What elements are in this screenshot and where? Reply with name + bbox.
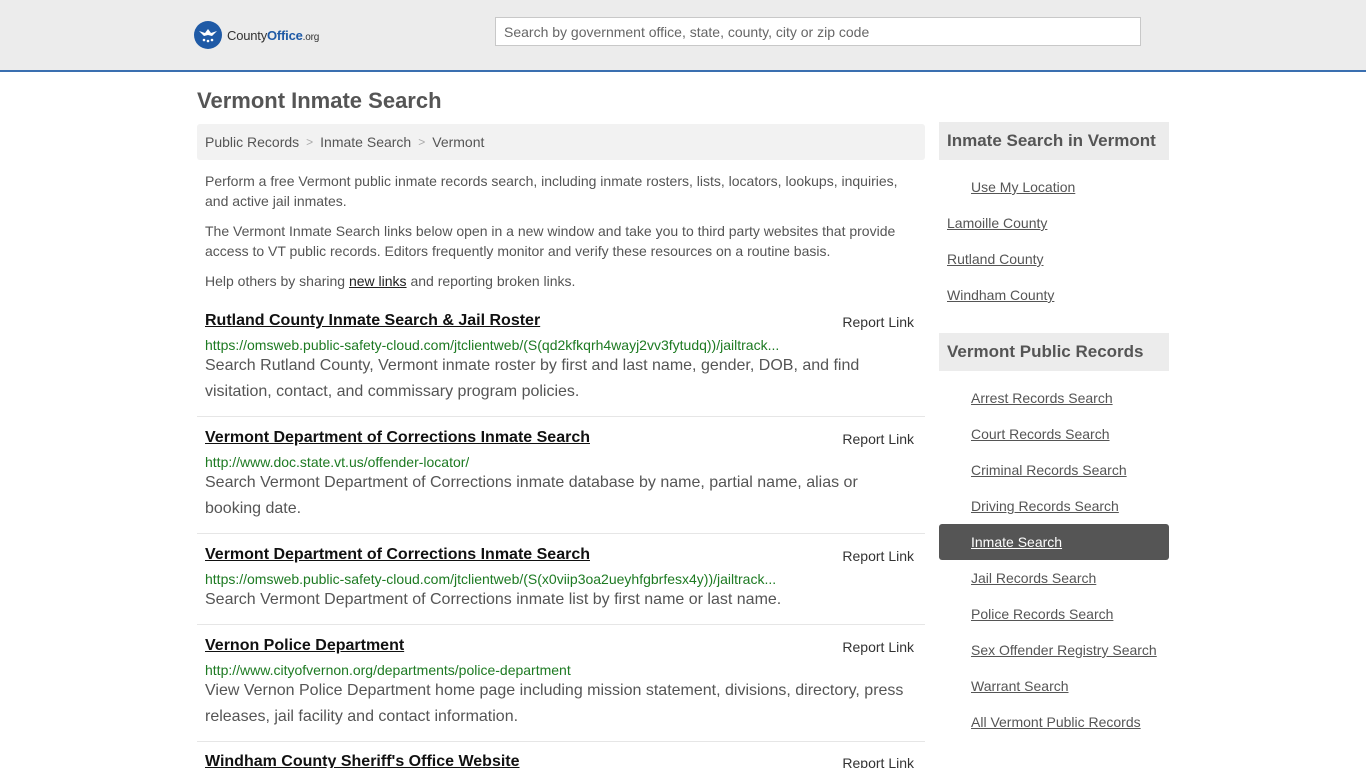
result-description: Search Vermont Department of Corrections…: [205, 474, 858, 517]
result-item: Vermont Department of Corrections Inmate…: [197, 546, 925, 625]
result-title-link[interactable]: Vermont Department of Corrections Inmate…: [205, 546, 590, 564]
logo-tld: .org: [302, 31, 320, 43]
site-header: CountyOffice.org: [0, 0, 1366, 72]
breadcrumb-separator-icon: >: [418, 135, 426, 149]
sidebar-heading-inmate-search: Inmate Search in Vermont: [939, 122, 1169, 160]
sidebar-item-sex-offender-registry[interactable]: Sex Offender Registry Search: [971, 642, 1157, 658]
intro-paragraph-2: The Vermont Inmate Search links below op…: [205, 223, 896, 259]
sidebar-county-link[interactable]: Lamoille County: [947, 215, 1047, 231]
report-link[interactable]: Report Link: [842, 431, 914, 447]
result-url[interactable]: http://www.cityofvernon.org/departments/…: [205, 662, 571, 678]
result-url[interactable]: https://omsweb.public-safety-cloud.com/j…: [205, 337, 779, 353]
share-text-before: Help others by sharing: [205, 273, 349, 289]
breadcrumb-vermont[interactable]: Vermont: [432, 134, 484, 150]
result-url[interactable]: http://www.doc.state.vt.us/offender-loca…: [205, 454, 469, 470]
sidebar-county-link[interactable]: Windham County: [947, 287, 1054, 303]
result-item: Rutland County Inmate Search & Jail Rost…: [197, 312, 925, 417]
intro-paragraph-1: Perform a free Vermont public inmate rec…: [205, 173, 898, 209]
logo-main: County: [227, 27, 267, 43]
logo-wordmark: CountyOffice.org: [227, 28, 319, 43]
share-text-after: and reporting broken links.: [406, 273, 576, 289]
sidebar-item-inmate-search-active[interactable]: Inmate Search: [939, 524, 1169, 560]
breadcrumb-inmate-search[interactable]: Inmate Search: [320, 134, 411, 150]
site-logo[interactable]: CountyOffice.org: [194, 20, 319, 50]
search-input[interactable]: [495, 17, 1141, 46]
sidebar-item-jail-records[interactable]: Jail Records Search: [971, 570, 1096, 586]
result-item: Vernon Police Department Report Link htt…: [197, 637, 925, 742]
breadcrumb: Public Records > Inmate Search > Vermont: [197, 124, 925, 160]
new-links-link[interactable]: new links: [349, 273, 407, 289]
sidebar-item-all-public-records[interactable]: All Vermont Public Records: [971, 714, 1141, 730]
sidebar-item-court-records[interactable]: Court Records Search: [971, 426, 1110, 442]
result-description: Search Vermont Department of Corrections…: [205, 591, 782, 608]
breadcrumb-public-records[interactable]: Public Records: [205, 134, 299, 150]
report-link[interactable]: Report Link: [842, 314, 914, 330]
sidebar-item-inmate-search[interactable]: Inmate Search: [971, 534, 1062, 550]
result-title-link[interactable]: Vermont Department of Corrections Inmate…: [205, 429, 590, 447]
page-title: Vermont Inmate Search: [197, 88, 442, 113]
sidebar-item-driving-records[interactable]: Driving Records Search: [971, 498, 1119, 514]
result-title-link[interactable]: Vernon Police Department: [205, 637, 404, 655]
intro-paragraph-3: Help others by sharing new links and rep…: [205, 271, 915, 291]
result-description: Search Rutland County, Vermont inmate ro…: [205, 357, 860, 400]
breadcrumb-separator-icon: >: [306, 135, 314, 149]
result-item: Vermont Department of Corrections Inmate…: [197, 429, 925, 534]
sidebar-county-link[interactable]: Rutland County: [947, 251, 1044, 267]
result-title-link[interactable]: Windham County Sheriff's Office Website: [205, 753, 520, 768]
result-description: View Vernon Police Department home page …: [205, 682, 904, 725]
sidebar-heading-public-records: Vermont Public Records: [939, 333, 1169, 371]
report-link[interactable]: Report Link: [842, 639, 914, 655]
logo-bold: Office: [267, 27, 303, 43]
result-item: Windham County Sheriff's Office Website …: [197, 753, 925, 768]
sidebar-item-criminal-records[interactable]: Criminal Records Search: [971, 462, 1127, 478]
report-link[interactable]: Report Link: [842, 548, 914, 564]
report-link[interactable]: Report Link: [842, 755, 914, 768]
result-url[interactable]: https://omsweb.public-safety-cloud.com/j…: [205, 571, 776, 587]
sidebar-item-police-records[interactable]: Police Records Search: [971, 606, 1113, 622]
use-my-location-link[interactable]: Use My Location: [971, 179, 1075, 195]
eagle-seal-icon: [194, 21, 222, 49]
result-title-link[interactable]: Rutland County Inmate Search & Jail Rost…: [205, 312, 540, 330]
sidebar-item-arrest-records[interactable]: Arrest Records Search: [971, 390, 1113, 406]
sidebar-item-warrant-search[interactable]: Warrant Search: [971, 678, 1069, 694]
